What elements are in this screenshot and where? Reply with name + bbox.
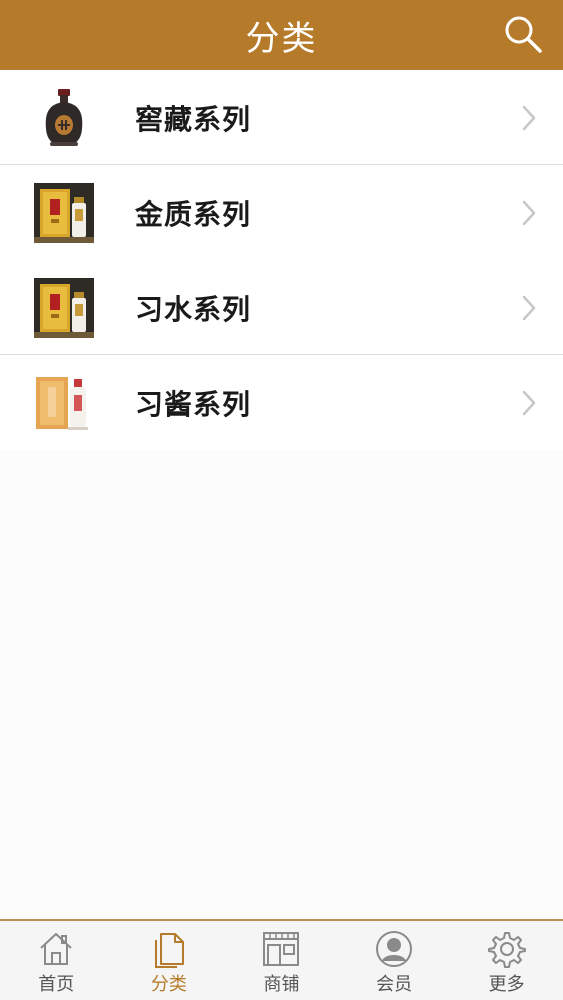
tab-store[interactable]: 商铺: [225, 921, 338, 1000]
category-label: 习水系列: [135, 292, 252, 326]
category-list: 窖藏系列 金质系列 习水系列 习酱系列: [0, 70, 563, 450]
category-label: 习酱系列: [135, 387, 252, 421]
app-screen: 分类 窖藏系列 金质系列 习水系列 习酱系列 首页 分类 商铺 会员 更多: [0, 0, 563, 1000]
document-icon: [149, 929, 189, 969]
search-button[interactable]: [501, 12, 545, 56]
tab-category[interactable]: 分类: [113, 921, 226, 1000]
gear-icon: [487, 929, 527, 969]
tab-label: 首页: [38, 974, 75, 995]
gold-gift-box-image: [34, 277, 94, 338]
category-label: 窖藏系列: [135, 102, 252, 136]
tab-member[interactable]: 会员: [338, 921, 451, 1000]
page-title: 分类: [245, 18, 318, 59]
top-nav-bar: 分类: [0, 0, 563, 70]
category-row-xijiang[interactable]: 习酱系列: [0, 355, 563, 450]
home-icon: [36, 929, 76, 969]
store-icon: [261, 929, 301, 969]
chevron-right-icon: [522, 295, 536, 320]
tab-label: 会员: [376, 974, 413, 995]
chevron-right-icon: [522, 390, 536, 415]
tab-home[interactable]: 首页: [0, 921, 113, 1000]
dark-bottle-image: [34, 88, 94, 148]
tab-label: 更多: [488, 974, 525, 995]
chevron-right-icon: [522, 200, 536, 225]
category-row-xishui[interactable]: 习水系列: [0, 260, 563, 355]
search-icon: [505, 16, 542, 53]
tab-label: 分类: [150, 974, 187, 995]
category-label: 金质系列: [135, 197, 252, 231]
user-icon: [374, 929, 414, 969]
orange-box-bottle-image: [34, 373, 94, 433]
tab-more[interactable]: 更多: [450, 921, 563, 1000]
gold-gift-box-image: [34, 182, 94, 243]
category-row-jinzhi[interactable]: 金质系列: [0, 165, 563, 260]
tab-label: 商铺: [263, 974, 300, 995]
bottom-tab-bar: 首页 分类 商铺 会员 更多: [0, 919, 563, 1000]
category-row-jiaocang[interactable]: 窖藏系列: [0, 70, 563, 165]
chevron-right-icon: [522, 105, 536, 130]
